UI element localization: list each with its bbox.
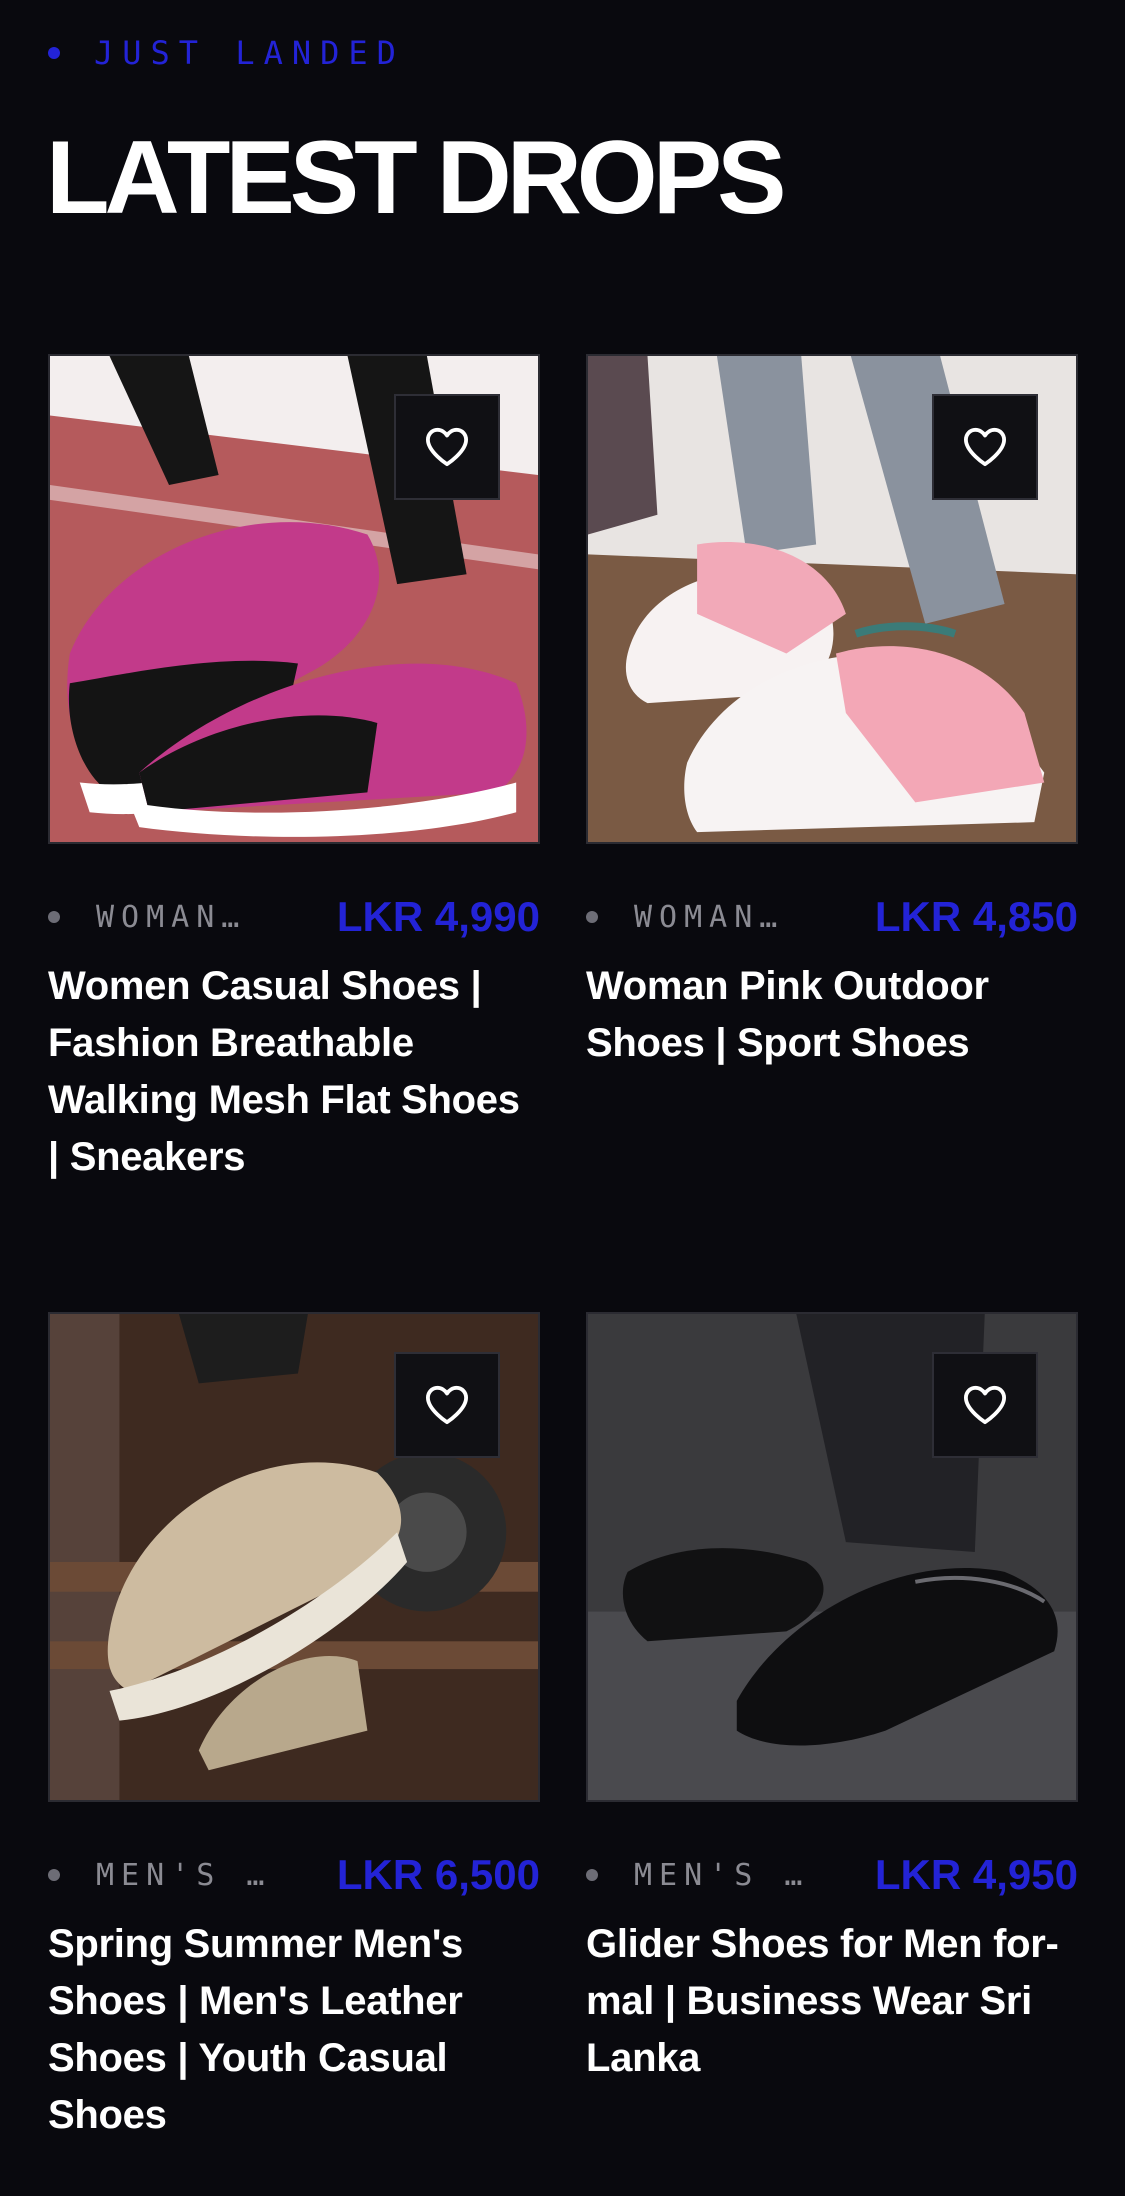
wishlist-button[interactable] [932, 1352, 1038, 1458]
category-label: MEN'S … [634, 1857, 810, 1893]
product-card[interactable]: WOMAN… LKR 4,850 Woman Pink Outdoor Shoe… [586, 354, 1078, 1072]
heart-outline-icon [964, 1385, 1006, 1425]
product-image[interactable] [586, 1312, 1078, 1802]
category-dot [48, 1869, 60, 1881]
product-title[interactable]: Women Casual Shoes | Fashion Breathable … [48, 958, 540, 1186]
category-dot [586, 911, 598, 923]
product-card[interactable]: MEN'S … LKR 4,950 Glider Shoes for Men f… [586, 1312, 1078, 2087]
category-dot [48, 911, 60, 923]
section-title: LATEST DROPS [46, 120, 786, 236]
wishlist-button[interactable] [394, 1352, 500, 1458]
product-meta: WOMAN… LKR 4,990 [48, 893, 540, 940]
category-label: WOMAN… [96, 899, 247, 935]
product-title[interactable]: Spring Summer Men's Shoes | Men's Leathe… [48, 1916, 540, 2144]
wishlist-button[interactable] [932, 394, 1038, 500]
eyebrow-label: JUST LANDED [94, 34, 405, 72]
product-image[interactable] [48, 354, 540, 844]
heart-outline-icon [425, 1385, 468, 1425]
heart-outline-icon [425, 427, 468, 467]
product-meta: MEN'S … LKR 4,950 [586, 1851, 1078, 1898]
eyebrow-dot [48, 47, 60, 59]
wishlist-button[interactable] [394, 394, 500, 500]
product-category: WOMAN… [586, 900, 784, 935]
product-title[interactable]: Glider Shoes for Men for-mal | Business … [586, 1916, 1078, 2087]
product-category: MEN'S … [48, 1858, 271, 1893]
product-price: LKR 4,990 [336, 893, 540, 940]
product-card[interactable]: WOMAN… LKR 4,990 Women Casual Shoes | Fa… [48, 354, 540, 1186]
product-category: WOMAN… [48, 900, 246, 935]
category-label: MEN'S … [96, 1857, 272, 1893]
product-category: MEN'S … [586, 1858, 809, 1893]
product-title[interactable]: Woman Pink Outdoor Shoes | Sport Shoes [586, 958, 1078, 1072]
category-dot [586, 1869, 598, 1881]
product-meta: MEN'S … LKR 6,500 [48, 1851, 540, 1898]
product-card[interactable]: MEN'S … LKR 6,500 Spring Summer Men's Sh… [48, 1312, 540, 2144]
product-price: LKR 6,500 [336, 1851, 540, 1898]
product-image[interactable] [48, 1312, 540, 1802]
section-eyebrow: JUST LANDED [48, 34, 405, 72]
product-price: LKR 4,950 [874, 1851, 1078, 1898]
heart-outline-icon [964, 427, 1006, 467]
product-image[interactable] [586, 354, 1078, 844]
product-price: LKR 4,850 [874, 893, 1078, 940]
category-label: WOMAN… [634, 899, 785, 935]
product-meta: WOMAN… LKR 4,850 [586, 893, 1078, 940]
